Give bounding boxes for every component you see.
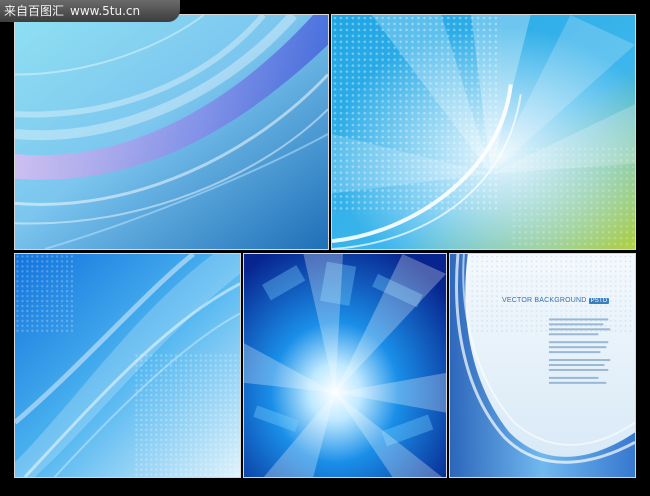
vector-background-title: VECTOR BACKGROUND PSTD bbox=[502, 297, 610, 304]
abstract-ray-art-2 bbox=[332, 15, 635, 249]
abstract-wave-art-3 bbox=[15, 254, 240, 477]
background-image-4 bbox=[243, 253, 447, 478]
watermark-site-name: 来自百图汇 bbox=[4, 4, 65, 18]
background-image-2 bbox=[331, 14, 636, 250]
abstract-flow-art-5 bbox=[450, 254, 635, 477]
vector-background-badge: PSTD bbox=[588, 298, 610, 304]
background-image-1 bbox=[14, 14, 329, 250]
watermark-site-url: www.5tu.cn bbox=[70, 4, 141, 18]
abstract-wave-art-1 bbox=[15, 15, 328, 249]
watermark-banner: 来自百图汇 www.5tu.cn bbox=[0, 0, 180, 22]
abstract-burst-art-4 bbox=[244, 254, 446, 477]
vector-background-title-text: VECTOR BACKGROUND bbox=[502, 297, 587, 304]
background-image-5: VECTOR BACKGROUND PSTD bbox=[449, 253, 636, 478]
background-image-3 bbox=[14, 253, 241, 478]
